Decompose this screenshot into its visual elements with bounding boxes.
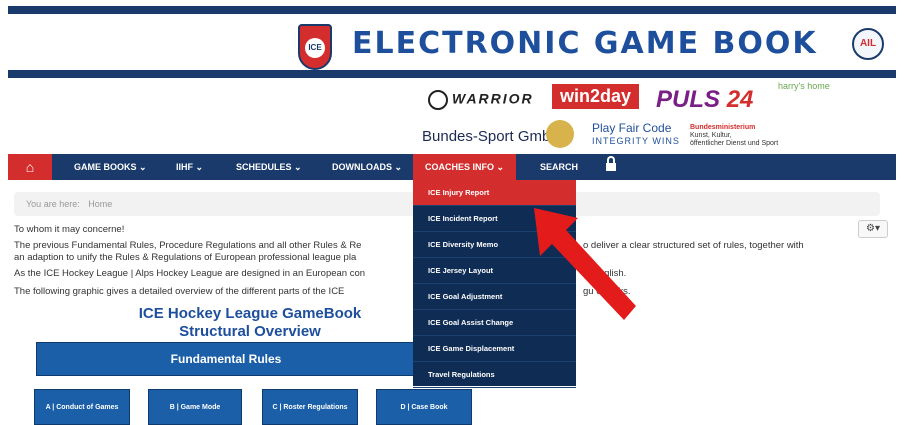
warrior-ring-icon bbox=[428, 90, 448, 110]
menu-item-travel-regulations[interactable]: Travel Regulations bbox=[413, 362, 576, 388]
win2day-logo[interactable]: win2day bbox=[552, 84, 640, 109]
paragraph-1-left: The previous Fundamental Rules, Procedur… bbox=[14, 240, 362, 251]
play-fair-text: Play Fair Code bbox=[592, 121, 672, 135]
case-book-box[interactable]: D | Case Book bbox=[376, 389, 472, 425]
puls-number: 24 bbox=[726, 86, 754, 113]
gear-icon[interactable]: ⚙▾ bbox=[858, 220, 888, 238]
ministry-logo[interactable]: Bundesministerium Kunst, Kultur, öffentl… bbox=[690, 124, 778, 148]
nav-iihf[interactable]: IIHF ⌄ bbox=[168, 154, 211, 180]
nav-search[interactable]: SEARCH bbox=[532, 154, 586, 180]
breadcrumb-prefix: You are here: bbox=[26, 199, 80, 209]
ice-league-logo[interactable]: ICE bbox=[298, 24, 332, 70]
greeting-text: To whom it may concerne! bbox=[14, 224, 125, 235]
home-icon[interactable]: ⌂ bbox=[8, 154, 52, 180]
nav-game-books[interactable]: GAME BOOKS ⌄ bbox=[66, 154, 155, 180]
gamebook-title-line-2: Structural Overview bbox=[179, 323, 321, 340]
paragraph-3-left: The following graphic gives a detailed o… bbox=[14, 286, 345, 297]
conduct-of-games-box[interactable]: A | Conduct of Games bbox=[34, 389, 130, 425]
integrity-wins-text: INTEGRITY WINS bbox=[592, 136, 680, 146]
game-mode-box[interactable]: B | Game Mode bbox=[148, 389, 242, 425]
breadcrumb-home-link[interactable]: Home bbox=[88, 199, 112, 209]
main-nav: ⌂ GAME BOOKS ⌄ IIHF ⌄ SCHEDULES ⌄ DOWNLO… bbox=[8, 154, 896, 180]
fundamental-rules-box[interactable]: Fundamental Rules bbox=[36, 342, 416, 376]
ministry-line-2: Kunst, Kultur, bbox=[690, 132, 732, 139]
gamebook-title-line-1: ICE Hockey League GameBook bbox=[138, 305, 362, 322]
warrior-logo[interactable]: WARRIOR bbox=[428, 90, 534, 110]
menu-item-game-displacement[interactable]: ICE Game Displacement bbox=[413, 336, 576, 362]
roster-regulations-box[interactable]: C | Roster Regulations bbox=[262, 389, 358, 425]
page-title: ELECTRONIC GAME BOOK bbox=[352, 26, 818, 61]
nav-schedules[interactable]: SCHEDULES ⌄ bbox=[228, 154, 310, 180]
nav-downloads[interactable]: DOWNLOADS ⌄ bbox=[324, 154, 410, 180]
bundes-sport-emblem-icon bbox=[546, 120, 574, 148]
header-top-stripe bbox=[8, 6, 896, 14]
harrys-home-logo[interactable]: harry's home bbox=[778, 82, 830, 91]
gamebook-title: ICE Hockey League GameBook Structural Ov… bbox=[100, 305, 400, 341]
play-fair-code-logo[interactable]: Play Fair Code INTEGRITY WINS bbox=[592, 122, 680, 148]
paragraph-1-line-2: an adaption to unify the Rules & Regulat… bbox=[14, 252, 357, 263]
puls24-logo[interactable]: PULS 24 bbox=[656, 86, 753, 114]
bundes-sport-logo[interactable]: Bundes-Sport GmbH bbox=[422, 128, 561, 145]
puls-text: PULS bbox=[656, 86, 727, 113]
nav-coaches-info[interactable]: COACHES INFO ⌄ bbox=[413, 154, 517, 180]
ice-logo-text: ICE bbox=[305, 38, 325, 58]
paragraph-2-left: As the ICE Hockey League | Alps Hockey L… bbox=[14, 268, 366, 279]
lock-icon[interactable] bbox=[606, 156, 616, 172]
arrow-annotation bbox=[534, 208, 636, 320]
sponsor-bar: WARRIOR win2day PULS 24 harry's home Bun… bbox=[8, 78, 896, 154]
ail-logo: AIL bbox=[852, 28, 884, 60]
header-bottom-stripe bbox=[8, 70, 896, 78]
ministry-line-1: Bundesministerium bbox=[690, 124, 756, 131]
ministry-line-3: öffentlicher Dienst und Sport bbox=[690, 140, 779, 147]
warrior-text: WARRIOR bbox=[452, 90, 534, 107]
